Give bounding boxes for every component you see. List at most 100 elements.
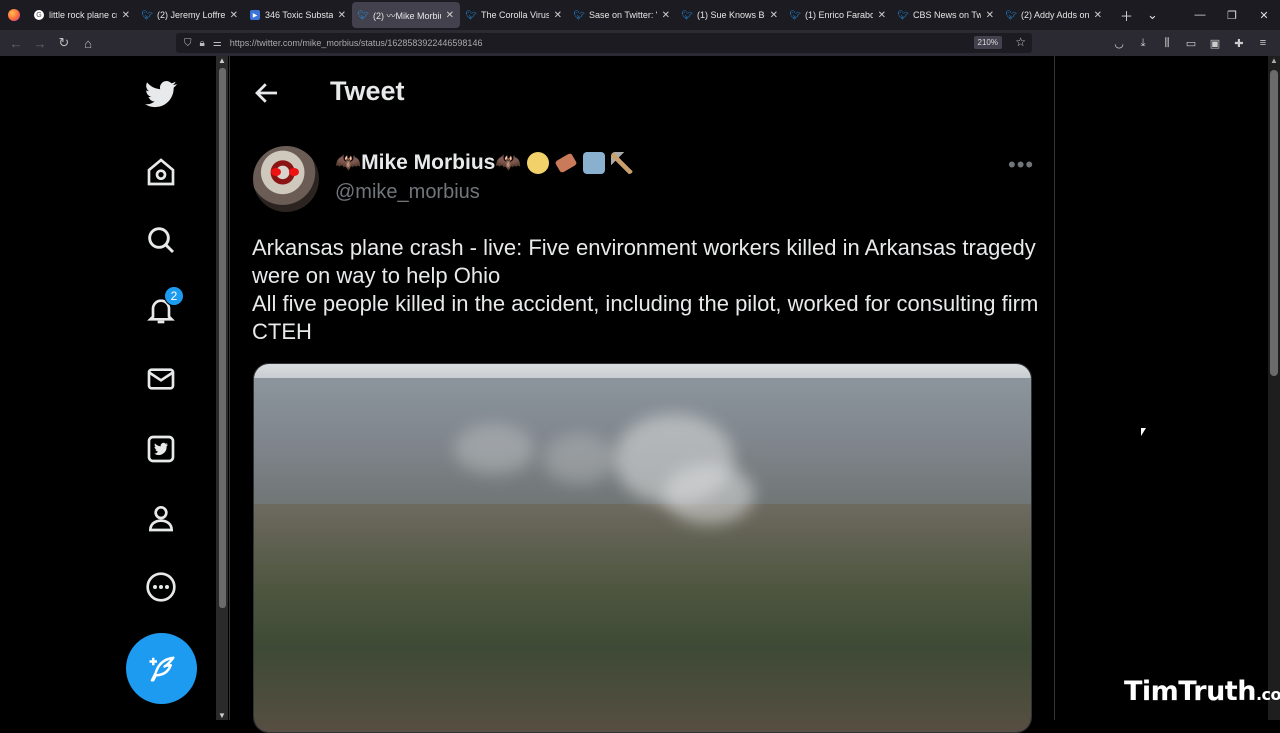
twitter-icon: 🐦︎ <box>789 9 801 20</box>
display-name-text[interactable]: 🦇Mike Morbius🦇 <box>335 151 521 175</box>
firefox-icon[interactable] <box>0 0 28 30</box>
image-forest <box>254 504 1031 732</box>
close-tab-icon[interactable]: ✕ <box>230 10 238 21</box>
browser-tab[interactable]: Glittle rock plane cras ✕ <box>28 2 136 28</box>
compose-tweet-button[interactable] <box>126 633 197 704</box>
tab-label[interactable]: CBS News on Twitte <box>913 10 981 20</box>
close-tab-icon[interactable]: ✕ <box>878 10 886 21</box>
browser-tab-strip: Glittle rock plane cras ✕ 🐦︎ (2) Jeremy Lof… <box>0 0 1280 30</box>
close-tab-icon[interactable]: ✕ <box>1094 10 1102 21</box>
browser-tab[interactable]: 🐦︎ CBS News on Twitte ✕ <box>892 2 1000 28</box>
browser-tab[interactable]: 🐦︎ Sase on Twitter: "CT ✕ <box>568 2 676 28</box>
forward-nav-icon[interactable]: → <box>28 36 52 51</box>
browser-tab[interactable]: 🐦︎ (2) Jeremy Loffredo ✕ <box>136 2 244 28</box>
more-options-icon[interactable] <box>141 567 181 607</box>
twitter-page: 2 ▲ ▼ Tweet 🦇Mike Morbius🦇 @mike_morbius… <box>0 56 1280 733</box>
tweet-text-line: All five people killed in the accident, … <box>252 291 1039 344</box>
tab-label[interactable]: (2) 〰Mike Morbius <box>373 9 441 22</box>
restore-icon[interactable]: ❐ <box>1216 9 1248 22</box>
twitter-icon: 🐦︎ <box>357 9 369 20</box>
reload-icon[interactable]: ↻ <box>52 35 76 51</box>
close-tab-icon[interactable]: ✕ <box>662 10 670 21</box>
display-name[interactable]: 🦇Mike Morbius🦇 <box>335 151 634 175</box>
smoke-plume <box>454 424 534 474</box>
close-tab-icon[interactable]: ✕ <box>446 10 454 21</box>
bookmark-star-icon[interactable]: ☆ <box>1015 35 1026 49</box>
browser-tab[interactable]: 🐦︎ (1) Sue Knows Best ✕ <box>676 2 784 28</box>
pocket-icon[interactable]: ◡ <box>1112 37 1126 50</box>
permissions-icon[interactable]: ⚌ <box>213 38 222 49</box>
watermark-text: TimTruth <box>1124 676 1256 707</box>
minimize-icon[interactable]: — <box>1184 9 1216 21</box>
extensions-puzzle-icon[interactable]: ✚ <box>1232 37 1246 50</box>
tweet-text-line: Arkansas plane crash - live: Five enviro… <box>252 235 1036 288</box>
messages-envelope-icon[interactable] <box>141 359 181 399</box>
close-tab-icon[interactable]: ✕ <box>770 10 778 21</box>
hammer-emoji-icon <box>611 152 634 174</box>
scrollbar-thumb[interactable] <box>1270 70 1278 376</box>
twitter-icon: 🐦︎ <box>897 9 909 20</box>
close-tab-icon[interactable]: ✕ <box>554 10 562 21</box>
list-all-tabs-icon[interactable]: ⌄ <box>1147 7 1158 23</box>
tweet-media-image[interactable] <box>253 363 1032 733</box>
smoke-plume <box>544 434 614 484</box>
lock-icon[interactable]: 🔒︎ <box>200 38 205 49</box>
avatar[interactable] <box>253 146 319 212</box>
scroll-up-arrow-icon[interactable]: ▲ <box>217 56 227 65</box>
library-icon[interactable]: ⫼ <box>1160 37 1174 50</box>
scrollbar-thumb[interactable] <box>219 68 226 608</box>
close-window-icon[interactable]: ✕ <box>1248 9 1280 22</box>
browser-tab[interactable]: 🐦︎ (2) 〰Mike Morbius ✕ <box>352 2 460 28</box>
user-handle[interactable]: @mike_morbius <box>335 181 480 204</box>
scroll-down-arrow-icon[interactable]: ▼ <box>217 711 227 720</box>
back-arrow-icon[interactable] <box>252 78 282 108</box>
browser-tab[interactable]: 🐦︎ (2) Addy Adds on Tw ✕ <box>1000 2 1108 28</box>
tab-label[interactable]: little rock plane cras <box>49 10 117 20</box>
tab-label[interactable]: Sase on Twitter: "CT <box>589 10 657 20</box>
notification-badge: 2 <box>164 286 184 306</box>
explore-search-icon[interactable] <box>141 220 181 260</box>
sidebar-toggle-icon[interactable]: ▭ <box>1184 37 1198 50</box>
tab-label[interactable]: (2) Addy Adds on Tw <box>1021 10 1089 20</box>
back-nav-icon[interactable]: ← <box>4 36 28 51</box>
left-sidebar: 2 <box>0 56 216 720</box>
tab-label[interactable]: (1) Sue Knows Best <box>697 10 765 20</box>
zoom-level[interactable]: 210% <box>973 36 1002 49</box>
home-nav-icon[interactable] <box>141 152 181 192</box>
close-tab-icon[interactable]: ✕ <box>338 10 346 21</box>
extension-icon[interactable]: ▣ <box>1208 37 1222 50</box>
main-timeline-column: Tweet 🦇Mike Morbius🦇 @mike_morbius ••• A… <box>229 56 1055 733</box>
tab-label[interactable]: (2) Jeremy Loffredo <box>157 10 225 20</box>
sidebar-scrollbar[interactable]: ▲ ▼ <box>216 56 228 720</box>
downloads-icon[interactable]: ⤓ <box>1136 37 1150 50</box>
scroll-up-arrow-icon[interactable]: ▲ <box>1269 56 1279 65</box>
shield-icon[interactable]: ⛉ <box>184 38 192 49</box>
page-scrollbar[interactable]: ▲ <box>1268 56 1280 720</box>
watermark-logo: TimTruth.com <box>1124 676 1280 707</box>
castle-emoji-icon <box>583 152 606 174</box>
watermark-suffix: .com <box>1255 685 1280 704</box>
address-bar[interactable]: ⛉ 🔒︎ ⚌ https://twitter.com/mike_morbius/… <box>176 33 1032 53</box>
new-tab-icon[interactable]: ＋ <box>1120 6 1133 25</box>
menu-icon[interactable]: ≡ <box>1256 37 1270 49</box>
right-empty-area <box>1056 56 1268 720</box>
twitter-logo-icon[interactable] <box>141 74 181 114</box>
tab-label[interactable]: The Corolla Virus™ ( <box>481 10 549 20</box>
browser-tab[interactable]: 🐦︎ (1) Enrico Farabollin ✕ <box>784 2 892 28</box>
tab-label[interactable]: 346 Toxic Substance <box>265 10 333 20</box>
url-text[interactable]: https://twitter.com/mike_morbius/status/… <box>230 38 483 48</box>
mouse-cursor-icon <box>1141 428 1146 436</box>
smoke-plume <box>664 464 754 524</box>
close-tab-icon[interactable]: ✕ <box>986 10 994 21</box>
navigation-bar: ← → ↻ ⌂ ⛉ 🔒︎ ⚌ https://twitter.com/mike_… <box>0 30 1280 56</box>
twitter-icon: 🐦︎ <box>681 9 693 20</box>
twitter-icon: 🐦︎ <box>465 9 477 20</box>
tab-label[interactable]: (1) Enrico Farabollin <box>805 10 873 20</box>
home-icon[interactable]: ⌂ <box>76 36 100 51</box>
close-tab-icon[interactable]: ✕ <box>122 10 130 21</box>
tweet-more-options-icon[interactable]: ••• <box>1008 152 1034 178</box>
profile-person-icon[interactable] <box>141 498 181 538</box>
twitter-blue-icon[interactable] <box>141 429 181 469</box>
browser-tab[interactable]: 🐦︎ The Corolla Virus™ ( ✕ <box>460 2 568 28</box>
browser-tab[interactable]: ▶ 346 Toxic Substance ✕ <box>244 2 352 28</box>
